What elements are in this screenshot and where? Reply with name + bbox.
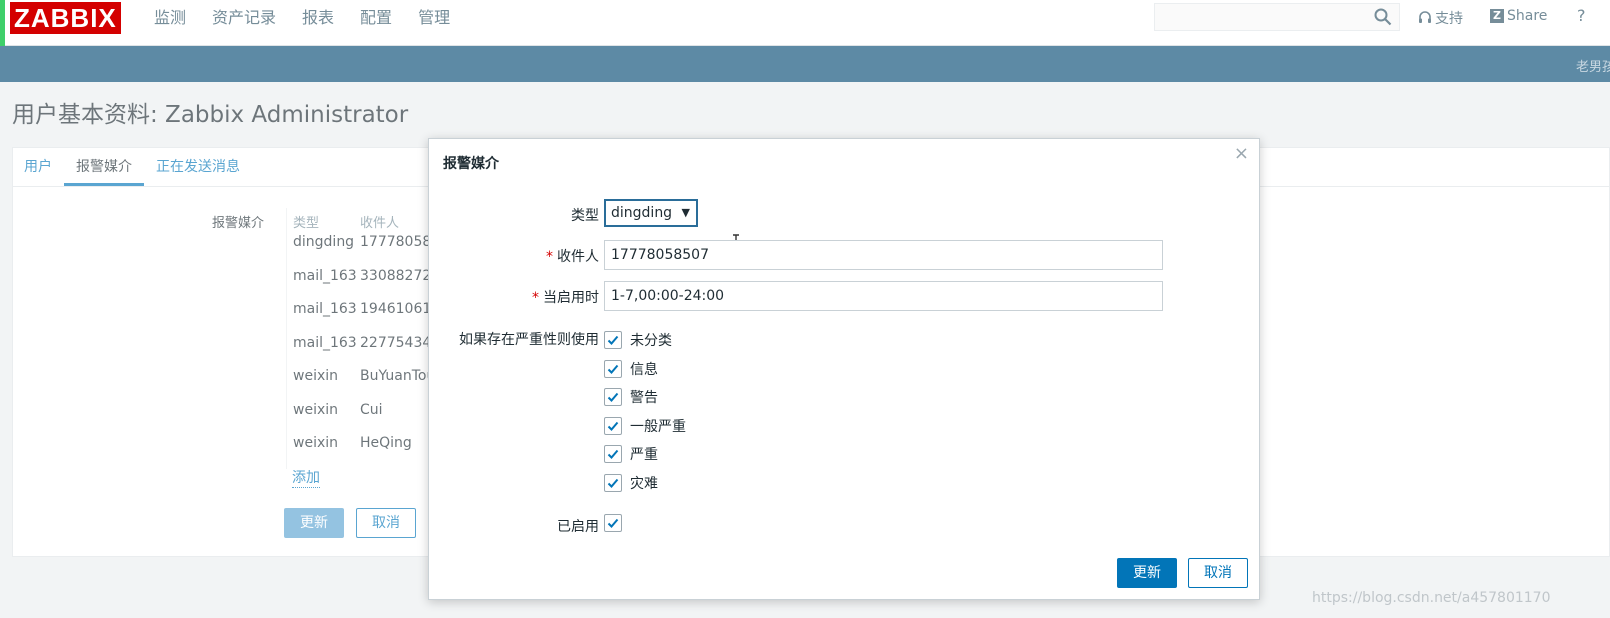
dialog-title: 报警媒介	[443, 156, 499, 172]
severity-label-text: 信息	[630, 361, 658, 378]
checkbox[interactable]	[604, 359, 622, 378]
check-icon	[607, 450, 619, 460]
top-bar: ZABBIX 监测 资产记录 报表 配置 管理 支持 Z Share ?	[0, 0, 1610, 46]
support-link[interactable]: 支持	[1418, 8, 1463, 28]
headset-icon	[1419, 11, 1431, 23]
check-icon	[607, 478, 619, 488]
check-icon	[607, 336, 619, 346]
nav-reports[interactable]: 报表	[302, 6, 334, 30]
nav-configuration[interactable]: 配置	[360, 6, 392, 30]
main-nav: 监测 资产记录 报表 配置 管理	[154, 6, 476, 30]
severity-list: 未分类 信息 警告 一般严重 严重 灾难	[604, 326, 686, 497]
sendto-label-text: 收件人	[557, 249, 599, 265]
check-icon	[607, 364, 619, 374]
nav-administration[interactable]: 管理	[418, 6, 450, 30]
close-icon[interactable]: ×	[1234, 143, 1249, 164]
severity-disaster[interactable]: 灾难	[604, 469, 686, 498]
severity-label-text: 一般严重	[630, 418, 686, 435]
type-label: 类型	[571, 208, 599, 224]
severity-warning[interactable]: 警告	[604, 383, 686, 412]
checkbox[interactable]	[604, 331, 622, 350]
required-mark: *	[532, 290, 539, 306]
watermark: https://blog.csdn.net/a457801170	[1312, 590, 1551, 606]
window-edge	[0, 0, 5, 46]
sendto-label: * 收件人	[546, 246, 599, 266]
period-input[interactable]	[604, 281, 1163, 311]
checkbox[interactable]	[604, 416, 622, 435]
nav-inventory[interactable]: 资产记录	[212, 6, 276, 30]
nav-monitoring[interactable]: 监测	[154, 6, 186, 30]
support-label: 支持	[1435, 11, 1463, 27]
severity-not-classified[interactable]: 未分类	[604, 326, 686, 355]
checkbox[interactable]	[604, 473, 622, 492]
zabbix-logo[interactable]: ZABBIX	[10, 2, 121, 34]
severity-information[interactable]: 信息	[604, 355, 686, 384]
sendto-input[interactable]	[604, 240, 1163, 270]
checkbox[interactable]	[604, 388, 622, 407]
check-icon	[607, 393, 619, 403]
severity-label-text: 未分类	[630, 333, 672, 350]
severity-average[interactable]: 一般严重	[604, 412, 686, 441]
severity-label-text: 警告	[630, 390, 658, 407]
share-link[interactable]: Z Share	[1490, 8, 1547, 24]
sub-bar: 老男孩	[0, 46, 1610, 82]
current-user: 老男孩	[1576, 60, 1610, 75]
severity-high[interactable]: 严重	[604, 440, 686, 469]
enabled-checkbox[interactable]	[604, 514, 622, 532]
triangle-down-icon: ▼	[681, 206, 690, 219]
type-select[interactable]: dingding ▼	[604, 199, 698, 227]
period-label-text: 当启用时	[543, 290, 599, 306]
checkbox[interactable]	[604, 445, 622, 464]
share-label: Share	[1507, 8, 1548, 24]
check-icon	[607, 421, 619, 431]
share-icon: Z	[1490, 9, 1504, 23]
period-label: * 当启用时	[532, 287, 599, 307]
help-icon[interactable]: ?	[1577, 6, 1586, 25]
severity-label-text: 严重	[630, 447, 658, 464]
dialog-cancel-button[interactable]: 取消	[1188, 558, 1248, 588]
type-select-value: dingding	[611, 205, 673, 221]
search-input[interactable]	[1154, 3, 1400, 31]
dialog-update-button[interactable]: 更新	[1117, 558, 1177, 588]
search-icon[interactable]	[1374, 8, 1392, 26]
required-mark: *	[546, 249, 553, 265]
severity-label: 如果存在严重性则使用	[459, 332, 599, 348]
media-dialog: 报警媒介 × 类型 dingding ▼ *收件人 *当启用时 如果存在严重性则…	[428, 138, 1260, 600]
check-icon	[607, 518, 619, 528]
enabled-label: 已启用	[557, 519, 599, 535]
severity-label-text: 灾难	[630, 475, 658, 492]
